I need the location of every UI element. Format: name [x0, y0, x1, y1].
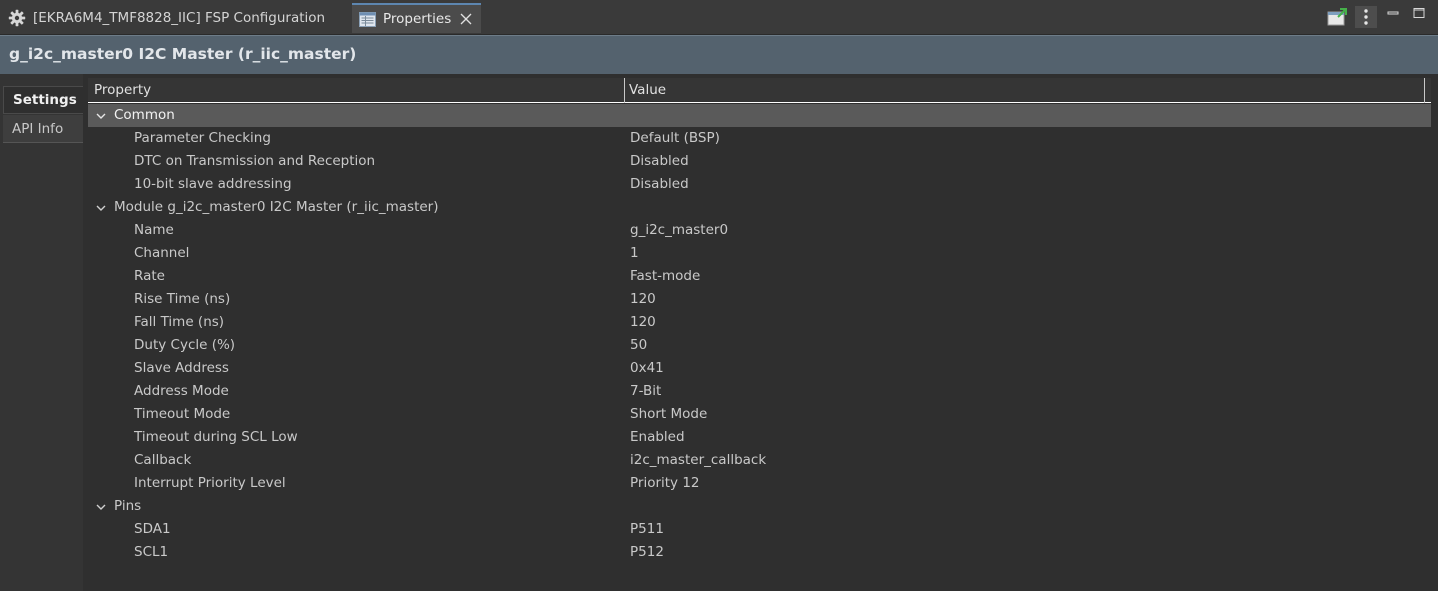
table-row[interactable]: 10-bit slave addressing Disabled: [88, 173, 1431, 196]
table-header: Property Value: [88, 78, 1431, 103]
property-name: Channel: [134, 245, 190, 261]
category-label: Module g_i2c_master0 I2C Master (r_iic_m…: [114, 199, 439, 215]
property-name: Fall Time (ns): [134, 314, 225, 330]
property-value[interactable]: 120: [630, 314, 656, 330]
property-value[interactable]: i2c_master_callback: [630, 452, 766, 468]
property-value[interactable]: Short Mode: [630, 406, 707, 422]
property-value[interactable]: Disabled: [630, 153, 689, 169]
properties-icon: [358, 10, 376, 28]
property-name: SCL1: [134, 544, 169, 560]
properties-side-tabs: Settings API Info: [0, 74, 83, 591]
table-row[interactable]: DTC on Transmission and Reception Disabl…: [88, 150, 1431, 173]
property-value[interactable]: 0x41: [630, 360, 664, 376]
category-label: Common: [114, 107, 175, 123]
table-row[interactable]: Channel 1: [88, 242, 1431, 265]
property-name: Rate: [134, 268, 165, 284]
property-name: Name: [134, 222, 174, 238]
property-name: Duty Cycle (%): [134, 337, 236, 353]
side-tab-settings[interactable]: Settings: [3, 86, 83, 114]
maximize-icon[interactable]: [1412, 6, 1426, 20]
table-row[interactable]: SDA1 P511: [88, 518, 1431, 541]
property-name: Rise Time (ns): [134, 291, 231, 307]
property-name: Interrupt Priority Level: [134, 475, 286, 491]
table-row[interactable]: Timeout Mode Short Mode: [88, 403, 1431, 426]
new-view-icon[interactable]: [1326, 6, 1348, 28]
gear-icon: [8, 9, 26, 27]
minimize-icon[interactable]: [1386, 6, 1400, 20]
table-row[interactable]: Name g_i2c_master0: [88, 219, 1431, 242]
tab-properties[interactable]: Properties: [352, 3, 481, 33]
close-icon[interactable]: [460, 13, 472, 25]
view-menu-icon[interactable]: [1355, 6, 1377, 28]
property-name: Address Mode: [134, 383, 229, 399]
property-name: DTC on Transmission and Reception: [134, 153, 376, 169]
property-value[interactable]: 1: [630, 245, 639, 261]
table-row[interactable]: Rate Fast-mode: [88, 265, 1431, 288]
chevron-down-icon[interactable]: [95, 110, 107, 122]
tab-properties-label: Properties: [383, 11, 452, 27]
table-row[interactable]: Rise Time (ns) 120: [88, 288, 1431, 311]
table-row[interactable]: SCL1 P512: [88, 541, 1431, 564]
column-header-value[interactable]: Value: [629, 82, 666, 98]
property-name: Slave Address: [134, 360, 229, 376]
tree-category-module[interactable]: Module g_i2c_master0 I2C Master (r_iic_m…: [88, 196, 1431, 219]
tree-category-common[interactable]: Common: [88, 104, 1431, 127]
table-row[interactable]: Slave Address 0x41: [88, 357, 1431, 380]
property-value[interactable]: P512: [630, 544, 664, 560]
property-name: Callback: [134, 452, 192, 468]
table-row[interactable]: Timeout during SCL Low Enabled: [88, 426, 1431, 449]
chevron-down-icon[interactable]: [95, 501, 107, 513]
property-name: Timeout during SCL Low: [134, 429, 298, 445]
column-divider[interactable]: [1424, 78, 1425, 103]
side-tab-api-info[interactable]: API Info: [3, 115, 83, 143]
table-row[interactable]: Interrupt Priority Level Priority 12: [88, 472, 1431, 495]
property-value[interactable]: 50: [630, 337, 647, 353]
property-value[interactable]: Enabled: [630, 429, 685, 445]
property-name: 10-bit slave addressing: [134, 176, 292, 192]
column-header-property[interactable]: Property: [94, 82, 151, 98]
property-value[interactable]: P511: [630, 521, 664, 537]
editor-tab-bar: [EKRA6M4_TMF8828_IIC] FSP Configuration …: [0, 0, 1438, 35]
column-divider[interactable]: [624, 78, 625, 103]
properties-title-bar: g_i2c_master0 I2C Master (r_iic_master): [0, 35, 1438, 74]
table-row[interactable]: Duty Cycle (%) 50: [88, 334, 1431, 357]
property-value[interactable]: 120: [630, 291, 656, 307]
property-value[interactable]: Priority 12: [630, 475, 700, 491]
table-row[interactable]: Address Mode 7-Bit: [88, 380, 1431, 403]
tab-fsp-configuration-label: [EKRA6M4_TMF8828_IIC] FSP Configuration: [33, 10, 326, 26]
page-title: g_i2c_master0 I2C Master (r_iic_master): [9, 45, 357, 63]
category-label: Pins: [114, 498, 142, 514]
property-name: Timeout Mode: [134, 406, 231, 422]
property-value[interactable]: 7-Bit: [630, 383, 661, 399]
property-table: Property Value Common Parameter Checking…: [88, 78, 1431, 591]
table-row[interactable]: Callback i2c_master_callback: [88, 449, 1431, 472]
property-value[interactable]: Disabled: [630, 176, 689, 192]
tab-fsp-configuration[interactable]: [EKRA6M4_TMF8828_IIC] FSP Configuration: [4, 3, 348, 33]
chevron-down-icon[interactable]: [95, 202, 107, 214]
table-row[interactable]: Fall Time (ns) 120: [88, 311, 1431, 334]
property-name: Parameter Checking: [134, 130, 271, 146]
property-value[interactable]: Default (BSP): [630, 130, 720, 146]
property-name: SDA1: [134, 521, 171, 537]
table-row[interactable]: Parameter Checking Default (BSP): [88, 127, 1431, 150]
property-value[interactable]: Fast-mode: [630, 268, 700, 284]
tree-category-pins[interactable]: Pins: [88, 495, 1431, 518]
property-value[interactable]: g_i2c_master0: [630, 222, 728, 238]
